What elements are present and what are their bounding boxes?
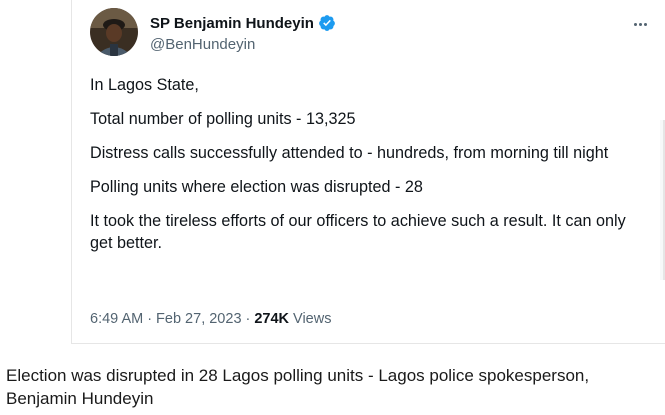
tweet-time[interactable]: 6:49 AM: [90, 311, 143, 327]
more-options-icon[interactable]: [630, 14, 650, 34]
meta-separator: ·: [245, 311, 251, 327]
tweet-meta: 6:49 AM · Feb 27, 2023 · 274K Views: [90, 311, 331, 327]
tweet-paragraph: Distress calls successfully attended to …: [90, 144, 609, 162]
verified-badge-icon: [318, 14, 336, 32]
tweet-paragraph: Polling units where election was disrupt…: [90, 178, 423, 196]
tweet-paragraph: It took the tireless efforts of our offi…: [90, 212, 626, 252]
avatar-photo: [90, 8, 138, 56]
scrollbar-edge: [658, 120, 665, 280]
image-caption: Election was disrupted in 28 Lagos polli…: [6, 366, 590, 408]
views-label: Views: [293, 311, 332, 327]
author-name-row: SP Benjamin Hundeyin: [150, 13, 336, 33]
meta-separator: ·: [147, 311, 153, 327]
avatar[interactable]: [90, 8, 138, 56]
author-handle[interactable]: @BenHundeyin: [150, 36, 255, 53]
tweet-paragraph: Total number of polling units - 13,325: [90, 110, 356, 128]
tweet-paragraph: In Lagos State,: [90, 76, 199, 94]
tweet-date[interactable]: Feb 27, 2023: [156, 311, 241, 327]
tweet-card: SP Benjamin Hundeyin @BenHundeyin In Lag…: [71, 0, 665, 344]
views-count: 274K: [254, 311, 290, 327]
tweet-text: In Lagos State, Total number of polling …: [90, 74, 650, 266]
author-name[interactable]: SP Benjamin Hundeyin: [150, 15, 314, 32]
